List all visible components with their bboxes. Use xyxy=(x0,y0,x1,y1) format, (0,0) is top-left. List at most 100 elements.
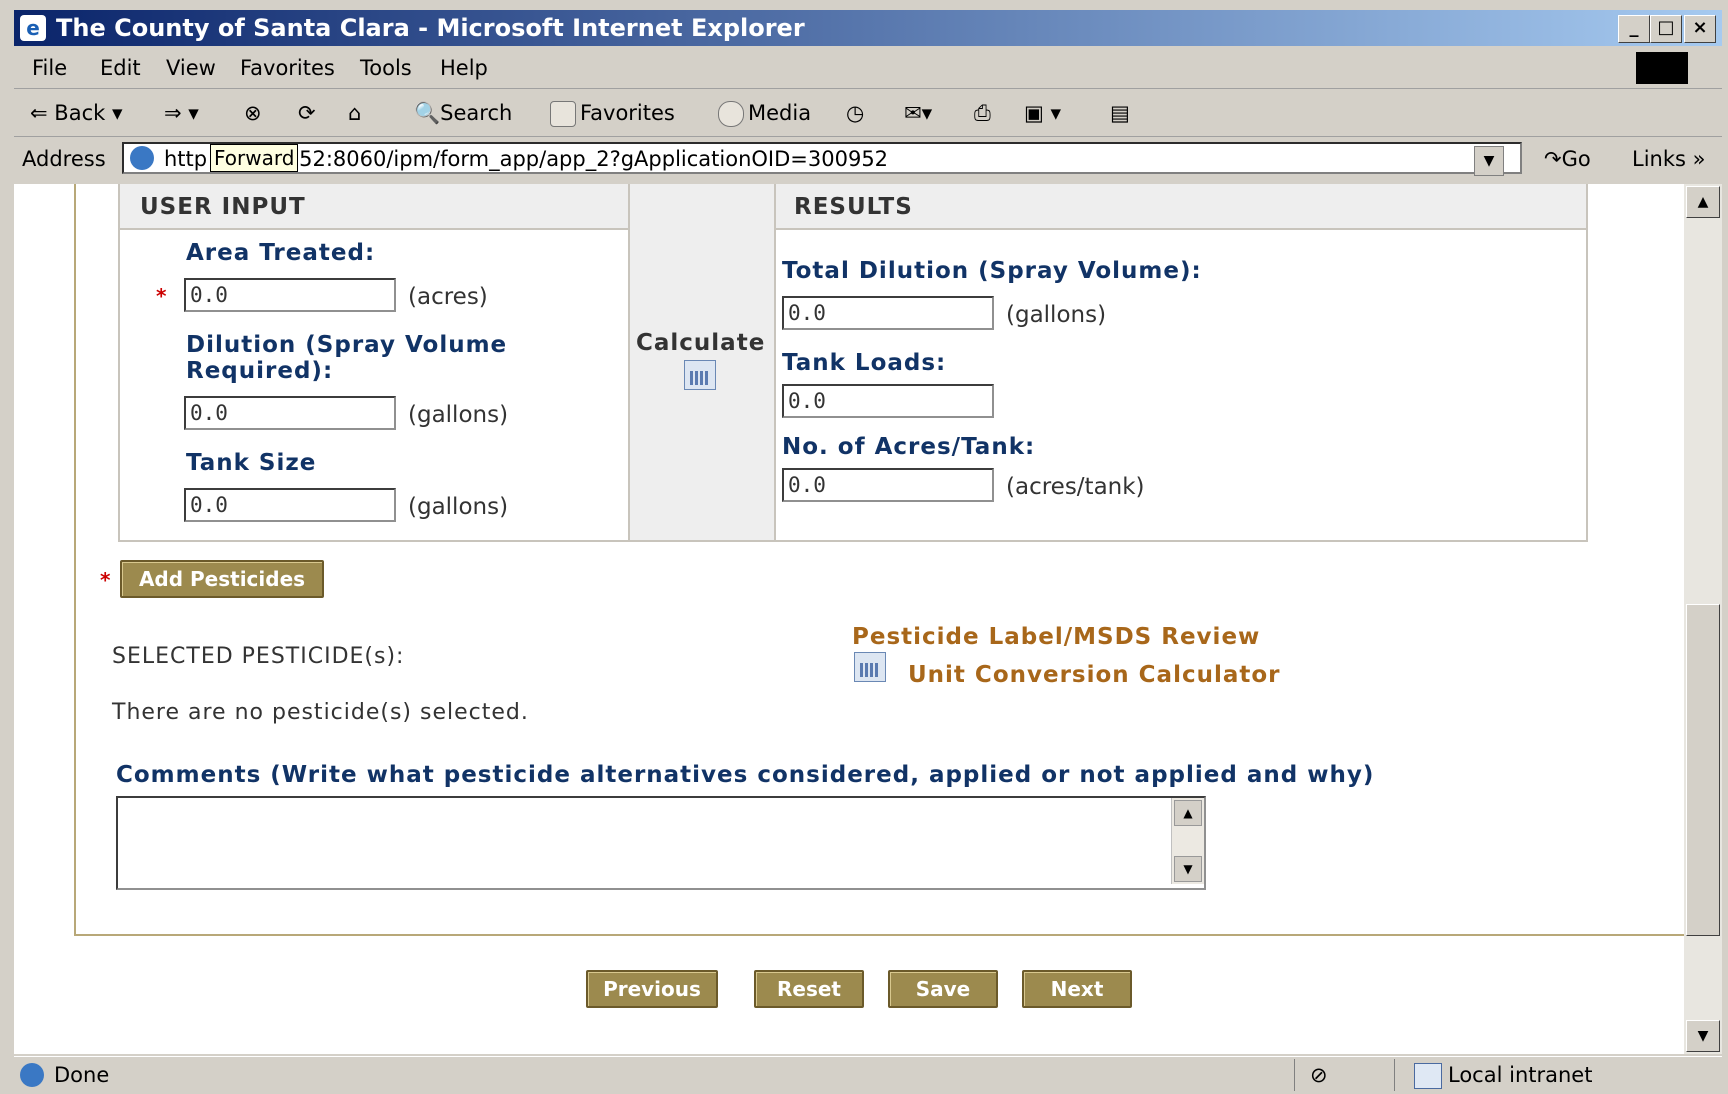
calculate-panel: Calculate xyxy=(628,184,776,542)
forward-button[interactable]: ⇒ ▾ xyxy=(164,90,199,136)
dilution-unit: (gallons) xyxy=(408,402,509,428)
total-dilution-label: Total Dilution (Spray Volume): xyxy=(782,258,1202,284)
reset-button[interactable]: Reset xyxy=(754,970,864,1008)
toolbar: ⇐ Back ▾ ⇒ ▾ ⊗ ⟳ ⌂ 🔍Search Favorites Med… xyxy=(14,90,1722,137)
save-button[interactable]: Save xyxy=(888,970,998,1008)
previous-button[interactable]: Previous xyxy=(586,970,718,1008)
scroll-up-icon[interactable]: ▲ xyxy=(1686,186,1720,218)
no-pesticides-message: There are no pesticide(s) selected. xyxy=(112,700,529,725)
zone-text: Local intranet xyxy=(1448,1063,1593,1087)
add-pesticides-button[interactable]: Add Pesticides xyxy=(120,560,324,598)
search-button[interactable]: 🔍Search xyxy=(414,90,512,136)
acres-per-tank-output: 0.0 xyxy=(782,468,994,502)
unit-calculator-icon[interactable] xyxy=(854,652,886,682)
required-marker: * xyxy=(100,568,111,592)
page-scrollbar[interactable]: ▲ ▼ xyxy=(1684,184,1722,1054)
required-marker: * xyxy=(156,284,167,308)
discuss-icon[interactable]: ▤ xyxy=(1110,90,1130,136)
status-divider xyxy=(1394,1059,1395,1091)
menu-file[interactable]: File xyxy=(22,48,77,88)
intranet-icon xyxy=(1414,1063,1442,1089)
page-done-icon xyxy=(20,1063,44,1087)
links-button[interactable]: Links » xyxy=(1632,138,1705,180)
title-bar: e The County of Santa Clara - Microsoft … xyxy=(14,10,1722,46)
unit-conversion-link[interactable]: Unit Conversion Calculator xyxy=(908,662,1281,688)
media-icon xyxy=(718,101,744,127)
next-button[interactable]: Next xyxy=(1022,970,1132,1008)
url-suffix: 52:8060/ipm/form_app/app_2?gApplicationO… xyxy=(299,147,889,171)
minimize-button[interactable]: _ xyxy=(1618,15,1650,43)
windows-logo-icon xyxy=(1636,52,1688,84)
scroll-down-icon[interactable]: ▼ xyxy=(1174,856,1202,882)
status-divider xyxy=(1294,1059,1295,1091)
address-bar: Address http 52:8060/ipm/form_app/app_2?g… xyxy=(14,138,1722,180)
acres-per-tank-unit: (acres/tank) xyxy=(1006,474,1145,500)
scroll-down-icon[interactable]: ▼ xyxy=(1686,1020,1720,1052)
forward-tooltip: Forward xyxy=(210,144,299,172)
favorites-icon xyxy=(550,101,576,127)
acres-per-tank-label: No. of Acres/Tank: xyxy=(782,434,1036,460)
privacy-icon: ⊘ xyxy=(1310,1063,1328,1087)
menu-view[interactable]: View xyxy=(156,48,226,88)
menu-help[interactable]: Help xyxy=(430,48,498,88)
page-viewport: USER INPUT Area Treated: * 0.0 (acres) D… xyxy=(14,184,1684,1054)
address-input[interactable]: http 52:8060/ipm/form_app/app_2?gApplicat… xyxy=(122,142,1522,174)
url-prefix: http xyxy=(164,147,208,171)
area-treated-input[interactable]: 0.0 xyxy=(184,278,396,312)
area-treated-label: Area Treated: xyxy=(186,240,376,266)
status-text: Done xyxy=(54,1063,110,1087)
tank-size-input[interactable]: 0.0 xyxy=(184,488,396,522)
media-button[interactable]: Media xyxy=(718,90,811,136)
back-arrow-icon: ⇐ xyxy=(30,101,48,125)
results-panel: RESULTS Total Dilution (Spray Volume): 0… xyxy=(774,184,1588,542)
menu-bar: File Edit View Favorites Tools Help xyxy=(14,48,1722,89)
menu-tools[interactable]: Tools xyxy=(350,48,422,88)
history-icon[interactable]: ◷ xyxy=(846,90,864,136)
mail-icon[interactable]: ✉▾ xyxy=(904,90,932,136)
total-dilution-output: 0.0 xyxy=(782,296,994,330)
status-bar: Done ⊘ Local intranet xyxy=(14,1056,1722,1093)
address-label: Address xyxy=(22,147,106,171)
msds-review-link[interactable]: Pesticide Label/MSDS Review xyxy=(852,624,1260,650)
tank-size-label: Tank Size xyxy=(186,450,317,476)
calculator-icon[interactable] xyxy=(684,360,716,390)
print-icon[interactable]: ⎙ xyxy=(974,90,991,136)
tank-loads-label: Tank Loads: xyxy=(782,350,947,376)
scroll-thumb[interactable] xyxy=(1686,604,1720,936)
refresh-icon[interactable]: ⟳ xyxy=(298,90,316,136)
tank-loads-output: 0.0 xyxy=(782,384,994,418)
page-icon xyxy=(130,146,154,170)
comments-scrollbar[interactable]: ▲ ▼ xyxy=(1171,798,1204,884)
scroll-up-icon[interactable]: ▲ xyxy=(1174,800,1202,826)
total-dilution-unit: (gallons) xyxy=(1006,302,1107,328)
calculate-button[interactable]: Calculate xyxy=(636,330,765,356)
selected-pesticides-label: SELECTED PESTICIDE(s): xyxy=(112,644,405,669)
dilution-label-line1: Dilution (Spray Volume xyxy=(186,332,508,358)
menu-favorites[interactable]: Favorites xyxy=(230,48,345,88)
menu-edit[interactable]: Edit xyxy=(90,48,151,88)
form-card: USER INPUT Area Treated: * 0.0 (acres) D… xyxy=(74,184,1684,936)
browser-window: e The County of Santa Clara - Microsoft … xyxy=(0,0,1728,1094)
go-arrow-icon: ↷ xyxy=(1544,147,1562,171)
window-title: The County of Santa Clara - Microsoft In… xyxy=(56,14,805,42)
user-input-panel: USER INPUT Area Treated: * 0.0 (acres) D… xyxy=(118,184,630,542)
results-header: RESULTS xyxy=(776,184,1586,230)
dilution-input[interactable]: 0.0 xyxy=(184,396,396,430)
close-button[interactable]: × xyxy=(1684,15,1716,43)
address-dropdown-icon[interactable]: ▼ xyxy=(1474,146,1504,176)
area-unit: (acres) xyxy=(408,284,488,310)
user-input-header: USER INPUT xyxy=(120,184,628,230)
go-button[interactable]: ↷Go xyxy=(1544,138,1591,180)
search-icon: 🔍 xyxy=(414,101,441,125)
comments-textarea[interactable]: ▲ ▼ xyxy=(116,796,1206,890)
comments-label: Comments (Write what pesticide alternati… xyxy=(116,762,1375,788)
tank-size-unit: (gallons) xyxy=(408,494,509,520)
ie-icon: e xyxy=(20,15,46,41)
home-icon[interactable]: ⌂ xyxy=(348,90,361,136)
edit-icon[interactable]: ▣ ▾ xyxy=(1024,90,1061,136)
maximize-button[interactable]: □ xyxy=(1650,15,1682,43)
dilution-label-line2: Required): xyxy=(186,358,334,384)
back-button[interactable]: ⇐ Back ▾ xyxy=(30,90,123,136)
stop-icon[interactable]: ⊗ xyxy=(244,90,262,136)
favorites-button[interactable]: Favorites xyxy=(550,90,675,136)
